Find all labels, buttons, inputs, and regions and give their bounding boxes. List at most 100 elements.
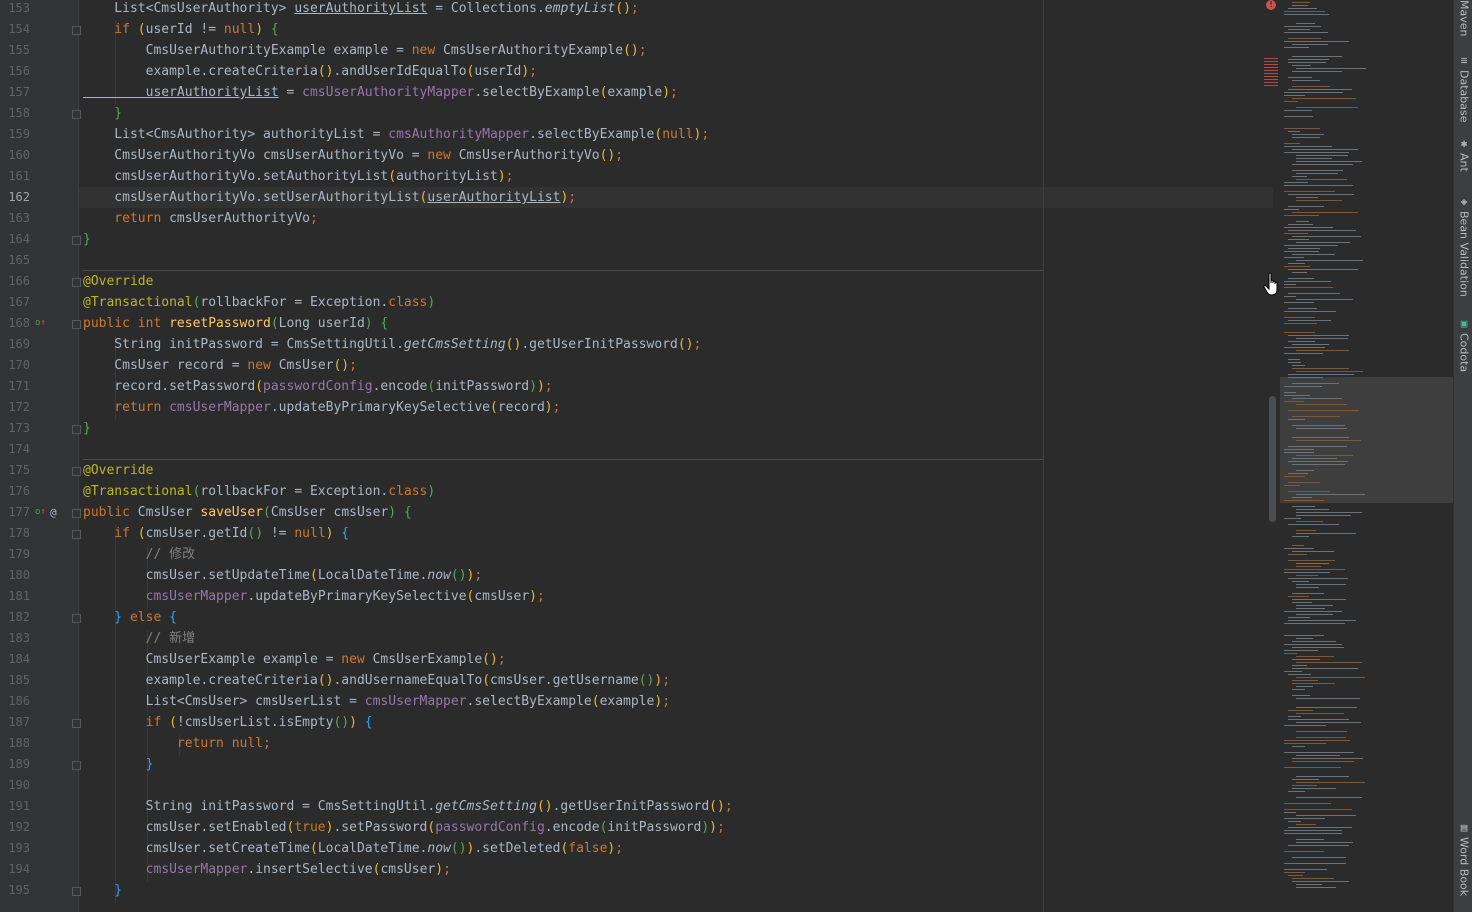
code-line[interactable]: return cmsUserAuthorityVo; [83,208,318,229]
code-token: { [372,316,389,331]
code-line[interactable]: // 新增 [83,628,195,649]
line-number[interactable]: 162 [0,187,30,208]
line-number[interactable]: 155 [0,40,30,61]
line-number[interactable]: 163 [0,208,30,229]
code-line[interactable]: cmsUserAuthorityVo.setUserAuthorityList(… [83,187,576,208]
line-number[interactable]: 192 [0,817,30,838]
code-line[interactable]: if (userId != null) { [83,19,278,40]
tool-window-database[interactable]: ≡ Database [1455,55,1472,123]
code-minimap[interactable] [1264,0,1453,912]
line-number[interactable]: 169 [0,334,30,355]
line-number[interactable]: 176 [0,481,30,502]
line-number[interactable]: 182 [0,607,30,628]
code-line[interactable]: public int resetPassword(Long userId) { [83,313,388,334]
code-line[interactable]: @Transactional(rollbackFor = Exception.c… [83,292,435,313]
code-line[interactable]: return cmsUserMapper.updateByPrimaryKeyS… [83,397,560,418]
line-number[interactable]: 171 [0,376,30,397]
code-line[interactable]: List<CmsUser> cmsUserList = cmsUserMappe… [83,691,670,712]
code-token: .setDeleted [474,841,561,856]
code-line[interactable]: return null; [83,733,271,754]
line-number[interactable]: 179 [0,544,30,565]
override-up-arrow-icon[interactable]: o↑ [35,502,46,523]
line-number[interactable]: 158 [0,103,30,124]
code-line[interactable]: } else { [83,607,177,628]
code-line[interactable]: cmsUser.setUpdateTime(LocalDateTime.now(… [83,565,483,586]
line-number[interactable]: 191 [0,796,30,817]
code-line[interactable]: CmsUser record = new CmsUser(); [83,355,357,376]
tool-window-bean-validation[interactable]: ◈ Bean Validation [1455,196,1472,297]
code-line[interactable]: @Override [83,271,153,292]
line-number[interactable]: 154 [0,19,30,40]
line-number[interactable]: 174 [0,439,30,460]
code-line[interactable]: @Override [83,460,153,481]
code-line[interactable]: } [83,754,154,775]
code-token: CmsUserAuthorityVo cmsUserAuthorityVo = [83,148,428,163]
line-number[interactable]: 172 [0,397,30,418]
line-number[interactable]: 165 [0,250,30,271]
code-line[interactable]: CmsUserAuthorityExample example = new Cm… [83,40,647,61]
line-number[interactable]: 188 [0,733,30,754]
code-line[interactable]: CmsUserAuthorityVo cmsUserAuthorityVo = … [83,145,623,166]
code-token: example.createCriteria [83,673,318,688]
code-editor[interactable]: List<CmsUserAuthority> userAuthorityList… [79,0,1273,912]
override-up-arrow-icon[interactable]: o↑ [35,313,46,334]
line-number[interactable]: 153 [0,0,30,19]
line-number[interactable]: 170 [0,355,30,376]
at-sign-icon[interactable]: @ [50,502,57,523]
code-line[interactable]: } [83,880,122,901]
line-number[interactable]: 185 [0,670,30,691]
line-number[interactable]: 189 [0,754,30,775]
line-number[interactable]: 194 [0,859,30,880]
line-number[interactable]: 157 [0,82,30,103]
line-number[interactable]: 167 [0,292,30,313]
code-line[interactable]: example.createCriteria().andUsernameEqua… [83,670,670,691]
tool-window-codota[interactable]: ▣ Codota [1455,318,1472,373]
code-line[interactable]: if (cmsUser.getId() != null) { [83,523,349,544]
line-number[interactable]: 166 [0,271,30,292]
tool-window-maven[interactable]: Maven [1455,0,1472,36]
line-number[interactable]: 177 [0,502,30,523]
line-number[interactable]: 178 [0,523,30,544]
code-line[interactable]: cmsUserMapper.insertSelective(cmsUser); [83,859,451,880]
line-number[interactable]: 161 [0,166,30,187]
code-line[interactable]: List<CmsUserAuthority> userAuthorityList… [83,0,638,19]
code-line[interactable]: } [83,229,91,250]
code-line[interactable]: } [83,103,122,124]
line-number[interactable]: 173 [0,418,30,439]
code-line[interactable]: cmsUserAuthorityVo.setAuthorityList(auth… [83,166,513,187]
line-number[interactable]: 186 [0,691,30,712]
line-number[interactable]: 168 [0,313,30,334]
line-number[interactable]: 180 [0,565,30,586]
code-line[interactable]: } [83,418,91,439]
code-line[interactable]: example.createCriteria().andUserIdEqualT… [83,61,537,82]
error-stripe-icon[interactable]: ! [1266,0,1276,10]
code-line[interactable]: if (!cmsUserList.isEmpty()) { [83,712,373,733]
line-number[interactable]: 160 [0,145,30,166]
tool-window-word-book[interactable]: ▤ Word Book [1455,822,1472,897]
line-number[interactable]: 159 [0,124,30,145]
code-line[interactable]: record.setPassword(passwordConfig.encode… [83,376,552,397]
code-line[interactable]: userAuthorityList = cmsUserAuthorityMapp… [83,82,678,103]
line-number[interactable]: 184 [0,649,30,670]
line-number[interactable]: 175 [0,460,30,481]
line-number[interactable]: 183 [0,628,30,649]
code-line[interactable]: public CmsUser saveUser(CmsUser cmsUser)… [83,502,412,523]
vertical-scrollbar-thumb[interactable] [1269,396,1276,522]
line-number[interactable]: 181 [0,586,30,607]
code-line[interactable]: String initPassword = CmsSettingUtil.get… [83,334,701,355]
line-number[interactable]: 164 [0,229,30,250]
line-number[interactable]: 193 [0,838,30,859]
code-line[interactable]: cmsUser.setEnabled(true).setPassword(pas… [83,817,725,838]
line-number[interactable]: 156 [0,61,30,82]
line-number[interactable]: 195 [0,880,30,901]
code-line[interactable]: List<CmsAuthority> authorityList = cmsAu… [83,124,709,145]
tool-window-ant[interactable]: ✱ Ant [1455,138,1472,172]
code-line[interactable]: cmsUser.setCreateTime(LocalDateTime.now(… [83,838,623,859]
code-line[interactable]: CmsUserExample example = new CmsUserExam… [83,649,506,670]
line-number[interactable]: 190 [0,775,30,796]
line-number[interactable]: 187 [0,712,30,733]
code-line[interactable]: @Transactional(rollbackFor = Exception.c… [83,481,435,502]
code-line[interactable]: cmsUserMapper.updateByPrimaryKeySelectiv… [83,586,545,607]
code-line[interactable]: String initPassword = CmsSettingUtil.get… [83,796,733,817]
code-line[interactable]: // 修改 [83,544,195,565]
